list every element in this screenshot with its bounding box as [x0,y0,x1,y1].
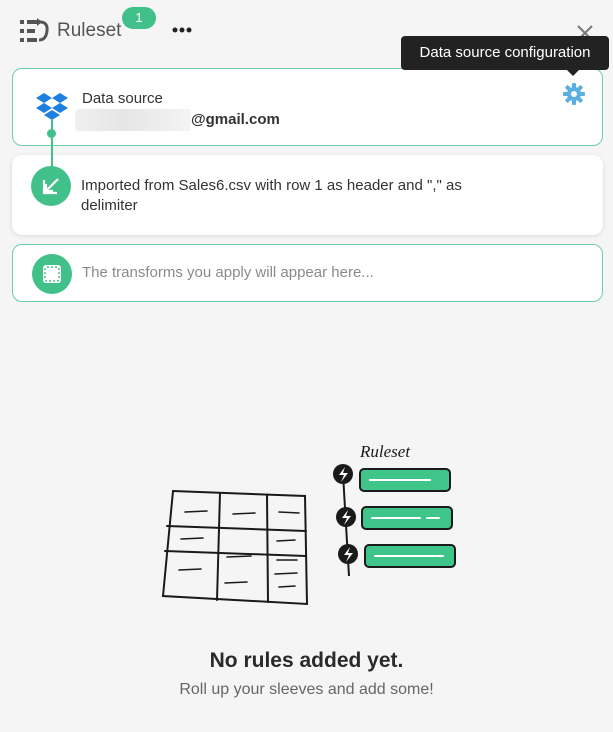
more-options-icon[interactable] [168,19,196,41]
transform-placeholder-icon [43,265,61,283]
import-step-card[interactable]: Imported from Sales6.csv with row 1 as h… [12,155,603,235]
dropbox-icon [36,93,68,120]
gear-icon[interactable] [563,83,585,105]
empty-state-title: No rules added yet. [209,649,404,672]
redacted-email-prefix [75,109,191,131]
import-step-icon-circle [31,166,71,206]
data-source-email: @gmail.com [191,111,280,128]
empty-ruleset-illustration: Ruleset [161,442,456,606]
page-title: Ruleset [57,20,122,41]
transforms-placeholder-text: The transforms you apply will appear her… [82,264,374,281]
illustration-ruleset-caption: Ruleset [359,442,411,461]
data-source-config-tooltip: Data source configuration [401,36,609,76]
step-connector-line [51,120,53,170]
import-description: Imported from Sales6.csv with row 1 as h… [81,177,462,214]
rules-count-badge: 1 [122,7,156,29]
transforms-placeholder-card[interactable]: The transforms you apply will appear her… [12,244,603,302]
transform-step-icon-circle [32,254,72,294]
data-source-card[interactable]: Data source @gmail.com [12,68,603,146]
ruleset-logo-icon [20,18,49,42]
empty-state-subtitle: Roll up your sleeves and add some! [179,681,434,698]
import-arrow-icon [42,178,59,195]
step-connector-dot [47,129,56,138]
data-source-label: Data source [82,90,163,107]
